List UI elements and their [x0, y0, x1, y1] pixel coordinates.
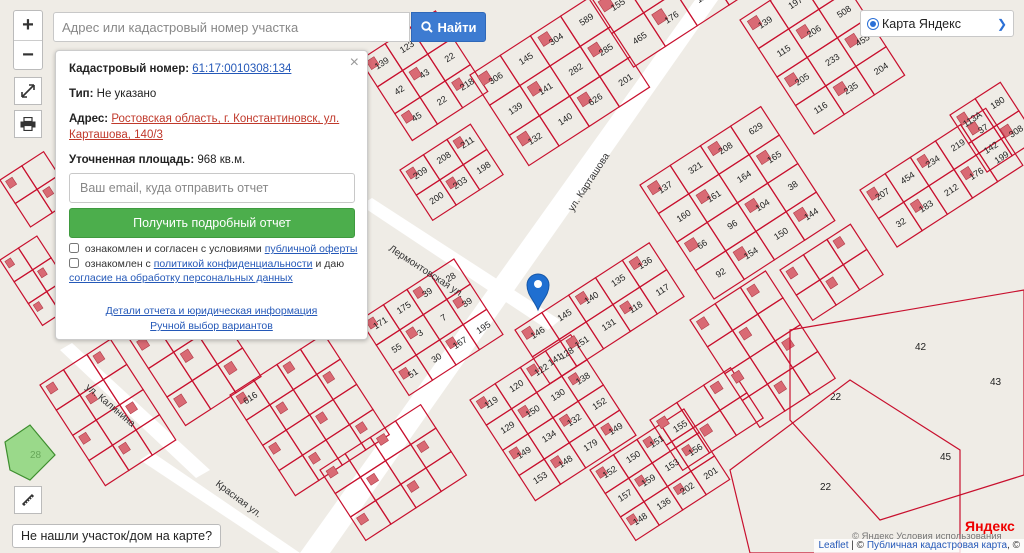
manual-selection-link[interactable]: Ручной выбор вариантов	[150, 320, 273, 332]
offer-consent-text: ознакомлен и согласен с условиями	[84, 243, 262, 255]
radio-selected-icon	[867, 17, 879, 30]
offer-consent-checkbox[interactable]	[69, 243, 79, 253]
map-attribution: Leaflet | © Публичная кадастровая карта,…	[814, 539, 1024, 553]
type-value: Не указано	[96, 88, 157, 100]
address-link[interactable]: Ростовская область, г. Константиновск, у…	[69, 113, 339, 141]
zoom-control: + −	[13, 10, 43, 70]
address-label: Адрес:	[69, 113, 109, 125]
printer-icon	[20, 117, 36, 131]
public-offer-link[interactable]: публичной оферты	[265, 243, 358, 255]
search-button-label: Найти	[437, 19, 477, 35]
cadastral-number-link[interactable]: 61:17:0010308:134	[192, 63, 291, 75]
details-link-row: Детали отчета и юридическая информация	[56, 305, 367, 317]
map-type-label: Карта Яндекс	[882, 16, 961, 31]
cadastral-row: Кадастровый номер: 61:17:0010308:134	[69, 61, 354, 77]
chevron-down-icon: ❯	[996, 16, 1007, 31]
parcel-info-panel: × Кадастровый номер: 61:17:0010308:134 Т…	[55, 50, 368, 340]
leaflet-link[interactable]: Leaflet	[818, 540, 848, 551]
personal-data-consent-link[interactable]: согласие на обработку персональных данны…	[69, 272, 293, 284]
zoom-in-button[interactable]: +	[14, 11, 42, 40]
search-icon	[420, 21, 433, 33]
type-row: Тип: Не указано	[69, 86, 354, 102]
attribution-sep: | ©	[848, 540, 867, 551]
area-value: 968 кв.м.	[197, 154, 246, 166]
privacy-consent-checkbox[interactable]	[69, 258, 79, 268]
privacy-consent-text: ознакомлен с	[84, 258, 151, 270]
manual-link-row: Ручной выбор вариантов	[56, 320, 367, 332]
yandex-logo: Яндекс	[965, 518, 1015, 534]
search-input[interactable]	[53, 12, 410, 42]
get-report-button[interactable]: Получить подробный отчет	[69, 208, 355, 238]
ruler-button[interactable]	[14, 486, 42, 514]
parcel-number-label: 43	[990, 377, 1002, 388]
zoom-out-button[interactable]: −	[14, 40, 42, 70]
privacy-policy-link[interactable]: политикой конфиденциальности	[154, 258, 313, 270]
privacy-consent-mid: и даю	[315, 258, 345, 270]
search-bar: Найти	[53, 12, 486, 42]
type-label: Тип:	[69, 88, 94, 100]
privacy-consent-row: ознакомлен с политикой конфиденциальност…	[69, 257, 359, 285]
expand-icon	[21, 84, 35, 98]
area-row: Уточненная площадь: 968 кв.м.	[69, 152, 354, 168]
pkk-link[interactable]: Публичная кадастровая карта	[867, 540, 1007, 551]
report-details-link[interactable]: Детали отчета и юридическая информация	[106, 305, 318, 317]
search-button[interactable]: Найти	[411, 12, 486, 42]
parcel-number-label: 22	[820, 482, 832, 493]
close-icon[interactable]: ×	[350, 54, 359, 72]
not-found-button[interactable]: Не нашли участок/дом на карте?	[12, 524, 222, 548]
offer-consent-row: ознакомлен и согласен с условиями публич…	[69, 242, 359, 256]
print-button[interactable]	[14, 110, 42, 138]
address-row: Адрес: Ростовская область, г. Константин…	[69, 111, 354, 143]
map-type-select[interactable]: Карта Яндекс ❯	[860, 10, 1014, 37]
attribution-tail: , ©	[1007, 540, 1020, 551]
fullscreen-button[interactable]	[14, 77, 42, 105]
ruler-icon	[21, 493, 35, 507]
cadastral-label: Кадастровый номер:	[69, 63, 190, 75]
parcel-number-label: 42	[915, 342, 927, 353]
parcel-number-label: 45	[940, 452, 952, 463]
area-label: Уточненная площадь:	[69, 154, 195, 166]
email-field[interactable]	[69, 173, 355, 203]
